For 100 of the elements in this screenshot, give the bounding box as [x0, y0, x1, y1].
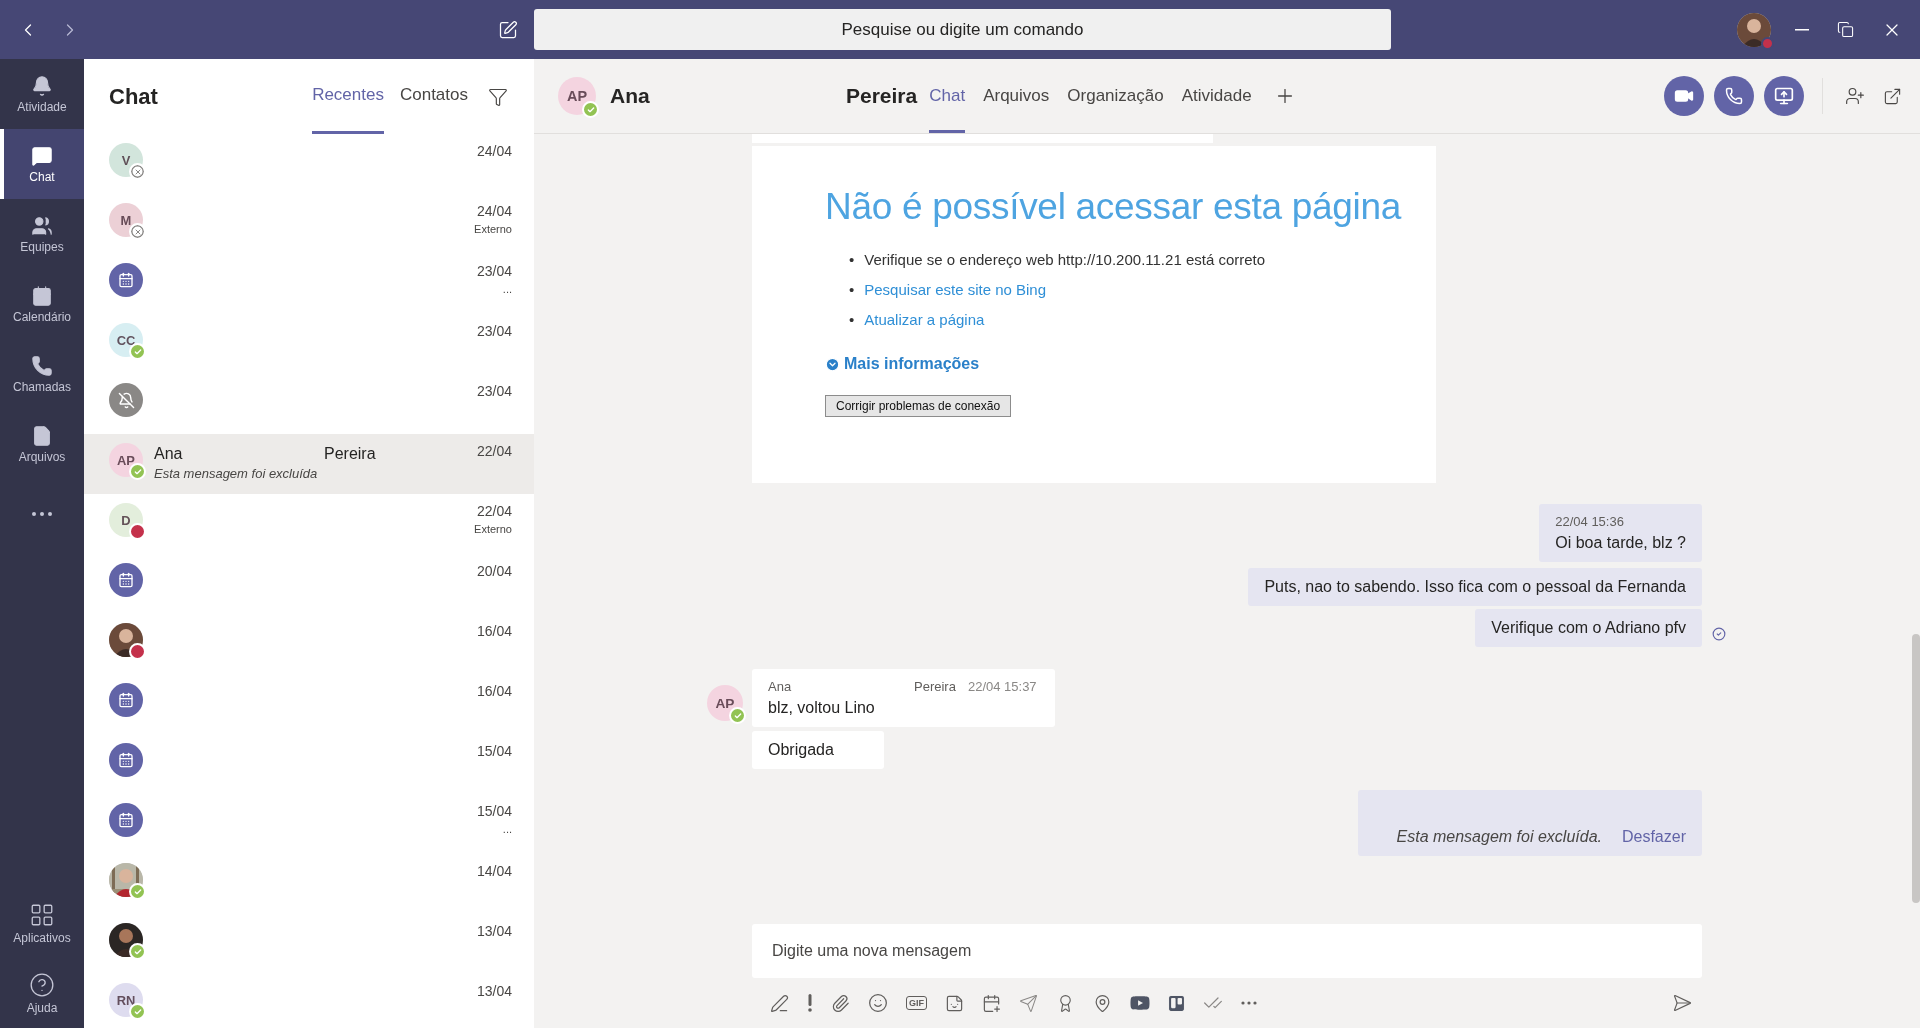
video-play-icon	[1130, 993, 1150, 1013]
message-input[interactable]: Digite uma nova mensagem	[752, 924, 1702, 978]
minimize-icon	[1795, 28, 1809, 31]
calendar-icon	[118, 572, 134, 588]
avatar: M	[109, 203, 143, 237]
audio-call-button[interactable]	[1714, 76, 1754, 116]
contact-surname: Pereira	[324, 445, 376, 463]
chat-date: 20/04	[476, 563, 512, 579]
avatar: D	[109, 503, 143, 537]
link[interactable]: Atualizar a página	[864, 310, 985, 329]
bullet: •	[849, 311, 855, 328]
conversation-tab[interactable]: Arquivos	[983, 59, 1050, 133]
avatar: RN	[109, 983, 143, 1017]
chat-date: 23/04	[476, 263, 512, 279]
gif-button[interactable]: GIF	[906, 996, 927, 1010]
error-title: Não é possível acessar esta página	[825, 186, 1403, 228]
sticker-icon	[945, 993, 964, 1013]
calendar-icon	[118, 272, 134, 288]
message-text: Obrigada	[768, 741, 835, 759]
chat-date: 22/04	[476, 503, 512, 519]
more-icon	[32, 512, 52, 516]
chat-date: 24/04	[476, 203, 512, 219]
calendar-icon	[118, 752, 134, 768]
rail-item[interactable]: Arquivos	[0, 409, 84, 479]
bell-off-icon	[117, 391, 135, 409]
chat-date: 23/04	[476, 323, 512, 339]
add-people-icon	[1845, 86, 1865, 106]
pop-out-icon	[1883, 86, 1902, 106]
chat-date: 15/04	[476, 803, 512, 819]
rail-item[interactable]: Chat	[0, 129, 84, 199]
bullet: •	[849, 251, 855, 268]
scrollbar[interactable]	[1912, 634, 1920, 903]
restore-icon	[1837, 21, 1854, 38]
chat-list-item[interactable]: AP Ana Pereira Esta mensagem foi excluída 22/04	[84, 434, 534, 494]
message-preview: Esta mensagem foi excluída	[154, 466, 319, 481]
team-icon	[31, 214, 53, 237]
contact-name: Ana	[154, 445, 184, 463]
avatar: AP	[707, 685, 743, 721]
calendar-icon	[31, 284, 53, 307]
more-icon	[1241, 1001, 1257, 1005]
file-icon	[31, 424, 53, 447]
undo-link[interactable]: Desfazer	[1621, 828, 1686, 846]
rail-item[interactable]: Aplicativos	[0, 888, 84, 958]
chat-date: 16/04	[476, 683, 512, 699]
rail-item[interactable]: Chamadas	[0, 339, 84, 409]
message-text: Oi boa tarde, blz ?	[1555, 534, 1686, 552]
calendar-icon	[118, 692, 134, 708]
format-icon	[770, 993, 789, 1013]
paper-plane-icon	[1019, 993, 1038, 1013]
schedule-meeting-icon	[982, 993, 1001, 1013]
message-text: Puts, nao to sabendo. Isso fica com o pessoal da Fernanda	[1264, 578, 1686, 596]
chat-date: 13/04	[476, 923, 512, 939]
message-time: 22/04 15:36	[1555, 514, 1625, 529]
pane-title: Chat	[109, 83, 159, 110]
list-tab[interactable]: Contatos	[399, 59, 468, 134]
chat-note: ...	[502, 823, 512, 835]
hint-text: Verifique se o endereço web http://10.200.11.21 está correto	[864, 250, 1266, 269]
chat-date: 15/04	[476, 743, 512, 759]
bell-icon	[31, 74, 53, 97]
phone-icon	[31, 354, 53, 377]
new-chat-icon	[498, 19, 518, 40]
phone-icon	[1725, 87, 1743, 105]
chat-date: 23/04	[476, 383, 512, 399]
chat-date: 24/04	[476, 143, 512, 159]
share-screen-button[interactable]	[1764, 76, 1804, 116]
location-icon	[1093, 993, 1112, 1013]
attach-icon	[831, 993, 850, 1013]
chat-icon	[31, 144, 53, 167]
search-field[interactable]: Pesquise ou digite um comando	[534, 9, 1391, 50]
message-time: 22/04 15:37	[967, 679, 1037, 694]
chat-date: 16/04	[476, 623, 512, 639]
board-icon	[1168, 994, 1185, 1012]
exclamation-icon	[807, 994, 813, 1012]
deleted-notice: Esta mensagem foi excluída.	[1396, 828, 1602, 846]
avatar: V	[109, 143, 143, 177]
help-icon	[29, 971, 55, 998]
link[interactable]: Pesquisar este site no Bing	[864, 280, 1047, 299]
rail-item[interactable]: Calendário	[0, 269, 84, 339]
rail-item[interactable]: Equipes	[0, 199, 84, 269]
chat-date: 22/04	[476, 443, 512, 459]
calendar-icon	[118, 812, 134, 828]
fix-connection-button[interactable]: Corrigir problemas de conexão	[825, 395, 1012, 417]
chat-note: ...	[502, 283, 512, 295]
send-icon	[1672, 993, 1692, 1013]
conversation-tab[interactable]: Atividade	[1181, 59, 1252, 133]
chat-note: Externo	[474, 523, 512, 535]
contact-name: Ana	[610, 84, 650, 108]
emoji-icon	[868, 993, 888, 1013]
chat-date: 14/04	[476, 863, 512, 879]
more-info-link[interactable]: Mais informações	[825, 355, 980, 373]
rail-item[interactable]: Atividade	[0, 59, 84, 129]
conversation-tab[interactable]: Organização	[1067, 59, 1164, 133]
author-name: Ana	[768, 679, 793, 694]
contact-surname: Pereira	[846, 84, 918, 108]
chat-note: Externo	[474, 223, 512, 235]
author-surname: Pereira	[914, 679, 956, 694]
message-text: blz, voltou Lino	[768, 699, 876, 717]
video-call-button[interactable]	[1664, 76, 1704, 116]
rail-item[interactable]: Ajuda	[0, 958, 84, 1028]
filter-icon	[488, 86, 508, 107]
